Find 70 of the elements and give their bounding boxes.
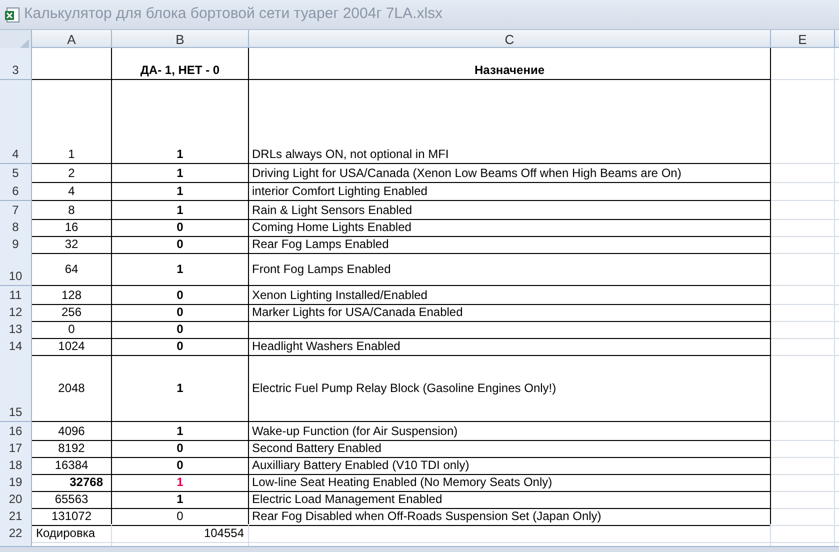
table-cell: DRLs always ON, not optional in MFI bbox=[249, 80, 771, 164]
row-header[interactable]: 10 bbox=[0, 252, 32, 286]
table-cell: 128 bbox=[32, 286, 112, 305]
table-cell: 1 bbox=[112, 422, 249, 441]
table-cell: 1024 bbox=[32, 337, 112, 356]
table-cell: 131072 bbox=[32, 507, 112, 526]
table-cell: 0 bbox=[112, 337, 249, 356]
table-cell: Rear Fog Disabled when Off-Roads Suspension Set (Japan Only) bbox=[249, 507, 771, 526]
table-cell: 2 bbox=[32, 164, 112, 183]
table-cell: Driving Light for USA/Canada (Xenon Low Beams Off when High Beams are On) bbox=[249, 164, 771, 183]
table-cell: Кодировка bbox=[32, 524, 112, 543]
table-cell: Low-line Seat Heating Enabled (No Memory Seats Only) bbox=[249, 473, 771, 492]
table-cell: 4 bbox=[32, 181, 112, 201]
table-cell: 0 bbox=[112, 235, 249, 254]
row-header[interactable]: 15 bbox=[0, 354, 32, 422]
spreadsheet-file-icon bbox=[4, 6, 20, 22]
table-cell: 104554 bbox=[112, 524, 249, 543]
table-cell: Coming Home Lights Enabled bbox=[249, 218, 771, 237]
table-cell: 1 bbox=[32, 80, 112, 164]
table-cell: 32 bbox=[32, 235, 112, 254]
table-cell: 256 bbox=[32, 303, 112, 322]
row-header[interactable]: 3 bbox=[0, 48, 32, 80]
table-cell: Electric Fuel Pump Relay Block (Gasoline Engines Only!) bbox=[249, 354, 771, 422]
table-cell: 2048 bbox=[32, 354, 112, 422]
table-cell: 65563 bbox=[32, 490, 112, 509]
table-cell: Marker Lights for USA/Canada Enabled bbox=[249, 303, 771, 322]
row-header[interactable] bbox=[0, 541, 32, 546]
table-cell: Auxilliary Battery Enabled (V10 TDI only) bbox=[249, 456, 771, 475]
table-cell: 0 bbox=[112, 439, 249, 458]
table-cell: 1 bbox=[112, 473, 249, 492]
table-cell: 1 bbox=[112, 181, 249, 201]
table-cell: 64 bbox=[32, 252, 112, 286]
table-cell: 16 bbox=[32, 218, 112, 237]
table-cell: 0 bbox=[112, 507, 249, 526]
row-header[interactable]: 4 bbox=[0, 80, 32, 164]
column-header[interactable]: B bbox=[112, 30, 249, 50]
table-cell: 16384 bbox=[32, 456, 112, 475]
window-title: Калькулятор для блока бортовой сети туарег 2004г 7LA.xlsx bbox=[24, 4, 443, 24]
table-cell: Front Fog Lamps Enabled bbox=[249, 252, 771, 286]
table-cell: 32768 bbox=[32, 473, 112, 492]
table-cell: 1 bbox=[112, 252, 249, 286]
table-cell: 0 bbox=[32, 320, 112, 339]
table-cell: Rain & Light Sensors Enabled bbox=[249, 201, 771, 220]
table-cell: 8 bbox=[32, 201, 112, 220]
table-cell: 1 bbox=[112, 164, 249, 183]
corner-triangle-icon bbox=[20, 38, 29, 48]
column-header[interactable]: C bbox=[249, 30, 771, 50]
table-cell: 0 bbox=[112, 218, 249, 237]
table-cell: 1 bbox=[112, 490, 249, 509]
table-cell: Headlight Washers Enabled bbox=[249, 337, 771, 356]
table-cell: Rear Fog Lamps Enabled bbox=[249, 235, 771, 254]
table-cell: Wake-up Function (for Air Suspension) bbox=[249, 422, 771, 441]
table-cell: 0 bbox=[112, 286, 249, 305]
table-cell: 0 bbox=[112, 320, 249, 339]
column-header[interactable]: E bbox=[771, 30, 835, 50]
table-cell: 4096 bbox=[32, 422, 112, 441]
table-cell: 0 bbox=[112, 303, 249, 322]
table-cell: interior Comfort Lighting Enabled bbox=[249, 181, 771, 201]
select-all-corner[interactable] bbox=[0, 30, 32, 50]
table-cell: Second Battery Enabled bbox=[249, 439, 771, 458]
table-cell: 0 bbox=[112, 456, 249, 475]
table-cell: ДА- 1, НЕТ - 0 bbox=[112, 48, 249, 80]
table-cell: 1 bbox=[112, 201, 249, 220]
table-cell: Electric Load Management Enabled bbox=[249, 490, 771, 509]
row-header[interactable]: 6 bbox=[0, 181, 32, 201]
table-cell: Xenon Lighting Installed/Enabled bbox=[249, 286, 771, 305]
table-cell: 1 bbox=[112, 354, 249, 422]
table-cell: 1 bbox=[112, 80, 249, 164]
table-cell: 8192 bbox=[32, 439, 112, 458]
table-cell: Назначение bbox=[249, 48, 771, 80]
